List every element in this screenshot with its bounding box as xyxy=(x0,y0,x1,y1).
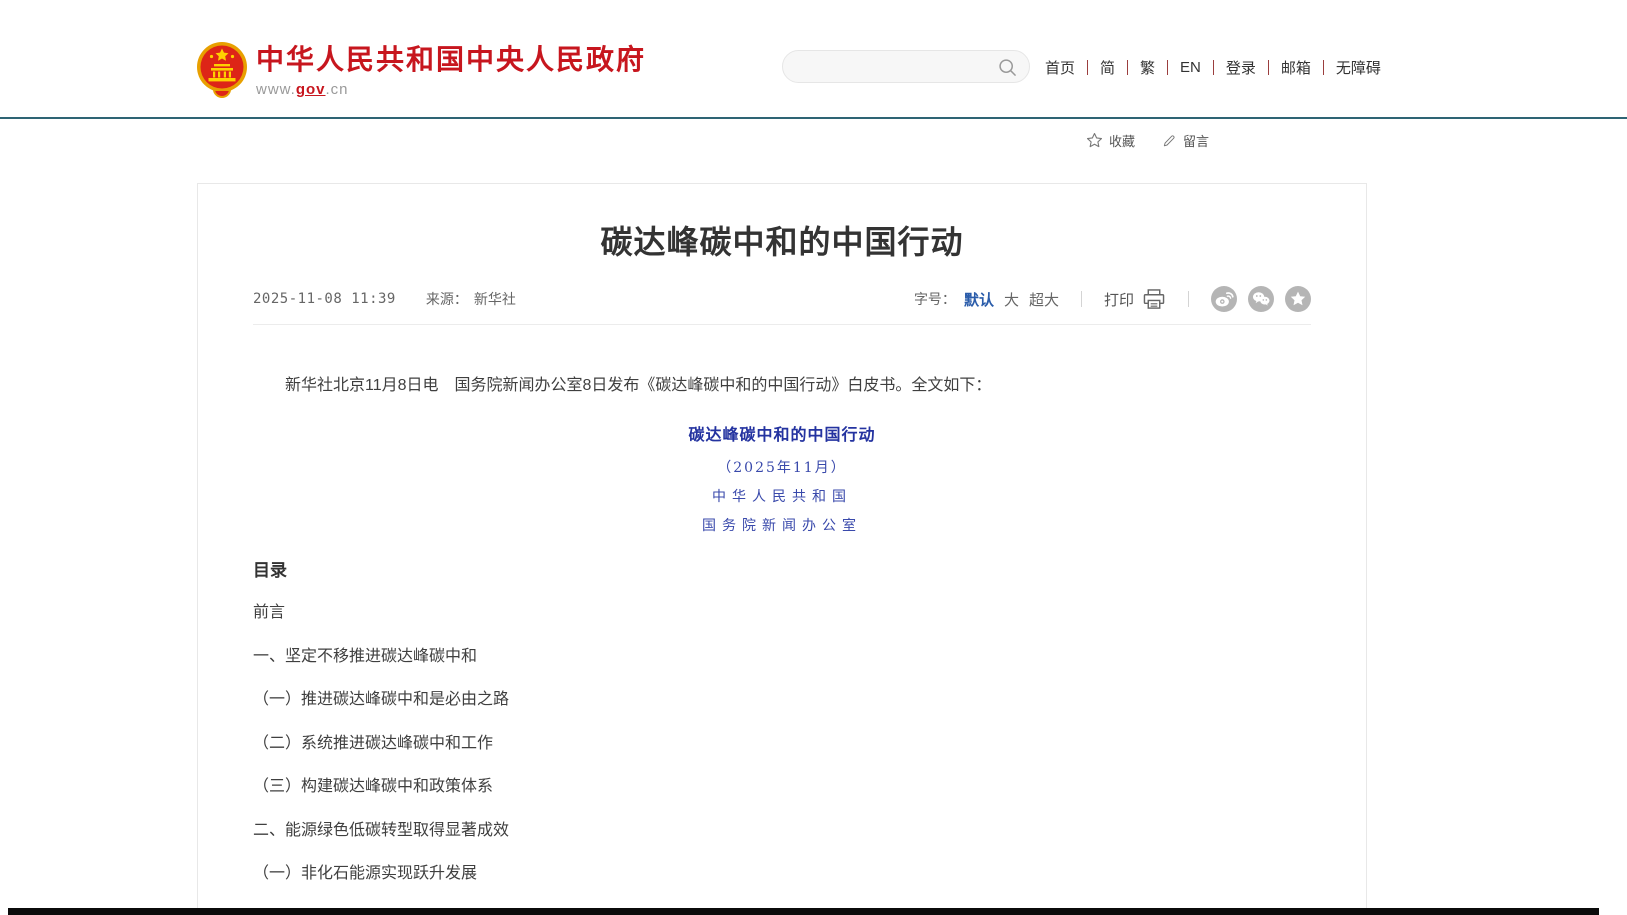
site-url-prefix: www. xyxy=(256,81,296,98)
pencil-icon xyxy=(1161,133,1177,149)
doc-title: 碳达峰碳中和的中国行动 xyxy=(253,421,1311,445)
source-label: 来源： xyxy=(426,289,468,309)
article-panel: 碳达峰碳中和的中国行动 2025-11-08 11:39 来源： 新华社 字号：… xyxy=(197,183,1367,915)
page-actions: 收藏 留言 xyxy=(1086,131,1209,150)
site-url-suffix: .cn xyxy=(326,81,349,98)
article-meta-left: 2025-11-08 11:39 来源： 新华社 xyxy=(253,289,516,309)
article-body: 新华社北京11月8日电 国务院新闻办公室8日发布《碳达峰碳中和的中国行动》白皮书… xyxy=(253,373,1311,896)
toc-list: 前言 一、坚定不移推进碳达峰碳中和 （一）推进碳达峰碳中和是必由之路 （二）系统… xyxy=(253,591,1311,896)
favorite-button[interactable]: 收藏 xyxy=(1086,131,1135,150)
page-title: 碳达峰碳中和的中国行动 xyxy=(253,220,1311,264)
toc-heading: 目录 xyxy=(253,559,1311,583)
gov-cn-page: 中华人民共和国中央人民政府 www.gov.cn 首页 简 繁 EN 登录 邮箱… xyxy=(0,0,1627,915)
toc-item: 二、能源绿色低碳转型取得显著成效 xyxy=(253,809,1311,853)
nav-item-traditional[interactable]: 繁 xyxy=(1140,57,1155,78)
nav-item-accessibility[interactable]: 无障碍 xyxy=(1336,57,1381,78)
weibo-share-icon[interactable] xyxy=(1211,286,1237,312)
meta-separator xyxy=(1188,291,1189,307)
nav-item-home[interactable]: 首页 xyxy=(1045,57,1075,78)
nav-item-english[interactable]: EN xyxy=(1180,59,1201,76)
doc-date: （2025年11月） xyxy=(253,457,1311,477)
toc-item: 一、坚定不移推进碳达峰碳中和 xyxy=(253,635,1311,679)
doc-author-country: 中华人民共和国 xyxy=(253,486,1311,506)
nav-separator xyxy=(1127,60,1128,75)
comment-button[interactable]: 留言 xyxy=(1161,131,1209,150)
site-logo-text: 中华人民共和国中央人民政府 www.gov.cn xyxy=(256,44,646,98)
font-size-default-button[interactable]: 默认 xyxy=(964,289,994,310)
nav-separator xyxy=(1167,60,1168,75)
article-meta-row: 2025-11-08 11:39 来源： 新华社 字号： 默认 大 超大 打印 xyxy=(253,286,1311,325)
print-label: 打印 xyxy=(1104,289,1134,310)
print-button[interactable]: 打印 xyxy=(1104,289,1166,310)
nav-separator xyxy=(1268,60,1269,75)
source-value[interactable]: 新华社 xyxy=(474,289,516,309)
publish-date: 2025-11-08 11:39 xyxy=(253,291,396,307)
lead-paragraph: 新华社北京11月8日电 国务院新闻办公室8日发布《碳达峰碳中和的中国行动》白皮书… xyxy=(253,373,1311,399)
nav-item-mail[interactable]: 邮箱 xyxy=(1281,57,1311,78)
toc-item: （三）构建碳达峰碳中和政策体系 xyxy=(253,765,1311,809)
share-icons xyxy=(1211,286,1311,312)
toc-item: （一）推进碳达峰碳中和是必由之路 xyxy=(253,678,1311,722)
meta-separator xyxy=(1081,291,1082,307)
comment-label: 留言 xyxy=(1183,131,1209,150)
site-title: 中华人民共和国中央人民政府 xyxy=(256,44,646,76)
font-size-xlarge-button[interactable]: 超大 xyxy=(1029,289,1059,310)
header-divider xyxy=(0,117,1627,119)
nav-separator xyxy=(1323,60,1324,75)
star-outline-icon xyxy=(1086,132,1103,149)
toc-item: 前言 xyxy=(253,591,1311,635)
favorite-label: 收藏 xyxy=(1109,131,1135,150)
search-input[interactable] xyxy=(799,51,989,82)
doc-author-office: 国务院新闻办公室 xyxy=(253,515,1311,535)
nav-item-simplified[interactable]: 简 xyxy=(1100,57,1115,78)
nav-item-login[interactable]: 登录 xyxy=(1226,57,1256,78)
search-icon[interactable] xyxy=(998,58,1017,77)
search-box xyxy=(782,50,1030,83)
site-url-gov: gov xyxy=(296,81,326,98)
nav-separator xyxy=(1213,60,1214,75)
toc-item: （一）非化石能源实现跃升发展 xyxy=(253,852,1311,896)
printer-icon xyxy=(1142,289,1166,310)
nav-separator xyxy=(1087,60,1088,75)
site-header: 中华人民共和国中央人民政府 www.gov.cn 首页 简 繁 EN 登录 邮箱… xyxy=(0,0,1627,117)
star-share-icon[interactable] xyxy=(1285,286,1311,312)
bottom-edge-bar xyxy=(8,908,1599,915)
wechat-share-icon[interactable] xyxy=(1248,286,1274,312)
national-emblem-logo xyxy=(196,40,248,98)
font-size-large-button[interactable]: 大 xyxy=(1004,289,1019,310)
article-meta-right: 字号： 默认 大 超大 打印 xyxy=(914,286,1311,312)
toc-item: （二）系统推进碳达峰碳中和工作 xyxy=(253,722,1311,766)
site-url: www.gov.cn xyxy=(256,81,646,98)
font-size-label: 字号： xyxy=(914,289,956,309)
top-nav: 首页 简 繁 EN 登录 邮箱 无障碍 xyxy=(1045,56,1381,78)
